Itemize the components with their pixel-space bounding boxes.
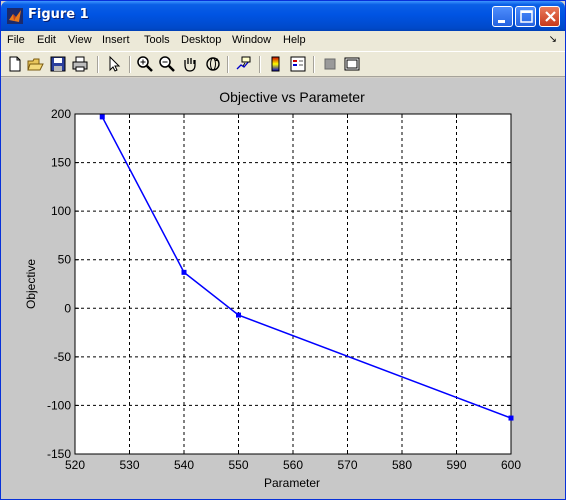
y-axis-label: Objective: [24, 259, 38, 309]
zoom-in-icon[interactable]: [136, 55, 154, 73]
x-tick-label: 600: [501, 458, 521, 472]
data-point-marker[interactable]: [236, 312, 241, 318]
menu-insert[interactable]: Insert: [102, 34, 130, 46]
x-tick-label: 590: [446, 458, 466, 472]
colorbar-icon[interactable]: [267, 55, 285, 73]
y-tick-label: -100: [47, 398, 71, 412]
figure-canvas: Objective vs Parameter 520 530 540 550 560 57…: [1, 78, 565, 499]
show-plot-tools-icon[interactable]: [343, 55, 361, 73]
zoom-out-icon[interactable]: [158, 55, 176, 73]
data-cursor-icon[interactable]: [235, 55, 253, 73]
toolbar-separator: [227, 56, 229, 73]
menu-window[interactable]: Window: [232, 34, 271, 46]
toolbar-separator: [97, 56, 99, 73]
open-folder-icon[interactable]: [27, 55, 45, 73]
pointer-icon[interactable]: [105, 55, 123, 73]
print-icon[interactable]: [71, 55, 89, 73]
title-bar[interactable]: Figure 1: [1, 1, 565, 31]
close-button[interactable]: [539, 6, 560, 27]
menu-view[interactable]: View: [68, 34, 92, 46]
toolbar-separator: [259, 56, 261, 73]
plot-svg: Objective vs Parameter 520 530 540 550 560 57…: [24, 89, 521, 490]
x-tick-label: 570: [337, 458, 357, 472]
data-point-marker[interactable]: [181, 269, 187, 275]
menu-dock-arrow-icon[interactable]: ↘: [549, 34, 557, 45]
data-point-marker[interactable]: [508, 415, 514, 421]
x-tick-label: 580: [392, 458, 412, 472]
menu-edit[interactable]: Edit: [37, 34, 56, 46]
minimize-icon: [498, 20, 505, 23]
figure-toolbar: [1, 51, 565, 77]
y-tick-label: 100: [51, 204, 71, 218]
data-point-marker[interactable]: [99, 114, 105, 120]
y-tick-label: 150: [51, 156, 71, 170]
rotate-3d-icon[interactable]: [204, 55, 222, 73]
minimize-button[interactable]: [492, 6, 513, 27]
window-title: Figure 1: [28, 7, 89, 22]
x-tick-label: 560: [283, 458, 303, 472]
y-tick-label: 200: [51, 107, 71, 121]
pan-hand-icon[interactable]: [181, 55, 199, 73]
hide-plot-tools-icon[interactable]: [321, 55, 339, 73]
legend-icon[interactable]: [289, 55, 307, 73]
toolbar-separator: [313, 56, 315, 73]
y-tick-label: -150: [47, 447, 71, 461]
menu-help[interactable]: Help: [283, 34, 306, 46]
save-icon[interactable]: [49, 55, 67, 73]
menu-file[interactable]: File: [7, 34, 25, 46]
menu-desktop[interactable]: Desktop: [181, 34, 221, 46]
close-icon: [545, 11, 556, 22]
menu-bar: File Edit View Insert Tools Desktop Wind…: [1, 31, 565, 51]
x-tick-label: 540: [174, 458, 194, 472]
chart-title: Objective vs Parameter: [219, 89, 365, 105]
maximize-button[interactable]: [515, 6, 536, 27]
maximize-icon: [520, 10, 533, 23]
matlab-logo-icon: [7, 8, 23, 24]
toolbar-separator: [129, 56, 131, 73]
y-tick-label: -50: [54, 350, 72, 364]
figure-window: Figure 1 File Edit View Insert Tools Des…: [0, 0, 566, 500]
x-tick-label: 530: [119, 458, 139, 472]
new-file-icon[interactable]: [6, 55, 24, 73]
x-axis-label: Parameter: [264, 476, 320, 490]
y-tick-label: 50: [58, 253, 72, 267]
y-tick-label: 0: [64, 301, 71, 315]
x-tick-label: 550: [228, 458, 248, 472]
menu-tools[interactable]: Tools: [144, 34, 170, 46]
